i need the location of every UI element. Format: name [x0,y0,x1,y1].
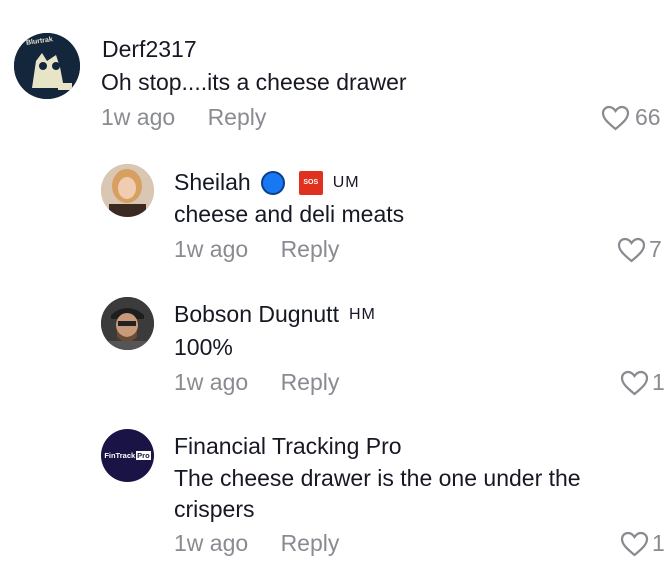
heart-icon [620,531,649,556]
avatar[interactable] [101,164,154,217]
comment-text: The cheese drawer is the one under the c… [174,463,581,525]
reply-button[interactable]: Reply [208,104,267,130]
comment-text: Oh stop....its a cheese drawer [101,69,407,95]
like-count: 7 [649,236,662,262]
like-button[interactable]: 1 [620,530,665,557]
like-count: 66 [635,104,661,130]
timestamp: 1w ago [101,104,176,130]
timestamp: 1w ago [174,236,249,262]
sos-badge-icon: SOS [298,170,323,195]
person-avatar-icon [101,164,154,217]
heart-icon [620,370,649,395]
timestamp: 1w ago [174,530,249,556]
like-count: 1 [652,530,665,556]
reply-button[interactable]: Reply [281,530,340,556]
like-button[interactable]: 1 [620,369,665,396]
avatar[interactable]: Blurtrak [14,33,80,99]
reply-button[interactable]: Reply [281,369,340,395]
blue-circle-icon [260,170,285,195]
comment-text-line: crispers [174,496,255,522]
avatar[interactable] [101,297,154,350]
like-button[interactable]: 7 [617,236,662,263]
comment-text-line: The cheese drawer is the one under the [174,465,581,491]
username[interactable]: Financial Tracking Pro [174,433,402,460]
username[interactable]: Sheilah SOS UM [174,169,360,196]
comment-meta: 1w ago Reply [174,530,339,557]
comment-text: cheese and deli meats [174,201,405,227]
name-suffix: HM [348,305,376,323]
heart-icon [601,105,630,130]
heart-icon [617,237,646,262]
username[interactable]: Bobson Dugnutt HM [174,301,376,328]
comment-meta: 1w ago Reply [174,236,339,263]
name-suffix: UM [332,173,360,191]
fintrack-logo-icon: FinTrack Pro [104,451,151,460]
comment-meta: 1w ago Reply [101,104,266,131]
reply-button[interactable]: Reply [281,236,340,262]
username[interactable]: Derf2317 [102,36,197,63]
avatar[interactable]: FinTrack Pro [101,429,154,482]
timestamp: 1w ago [174,369,249,395]
like-count: 1 [652,369,665,395]
like-button[interactable]: 66 [601,104,661,131]
comment-meta: 1w ago Reply [174,369,339,396]
comment-text: 100% [174,334,233,360]
person-avatar-icon [101,297,154,350]
